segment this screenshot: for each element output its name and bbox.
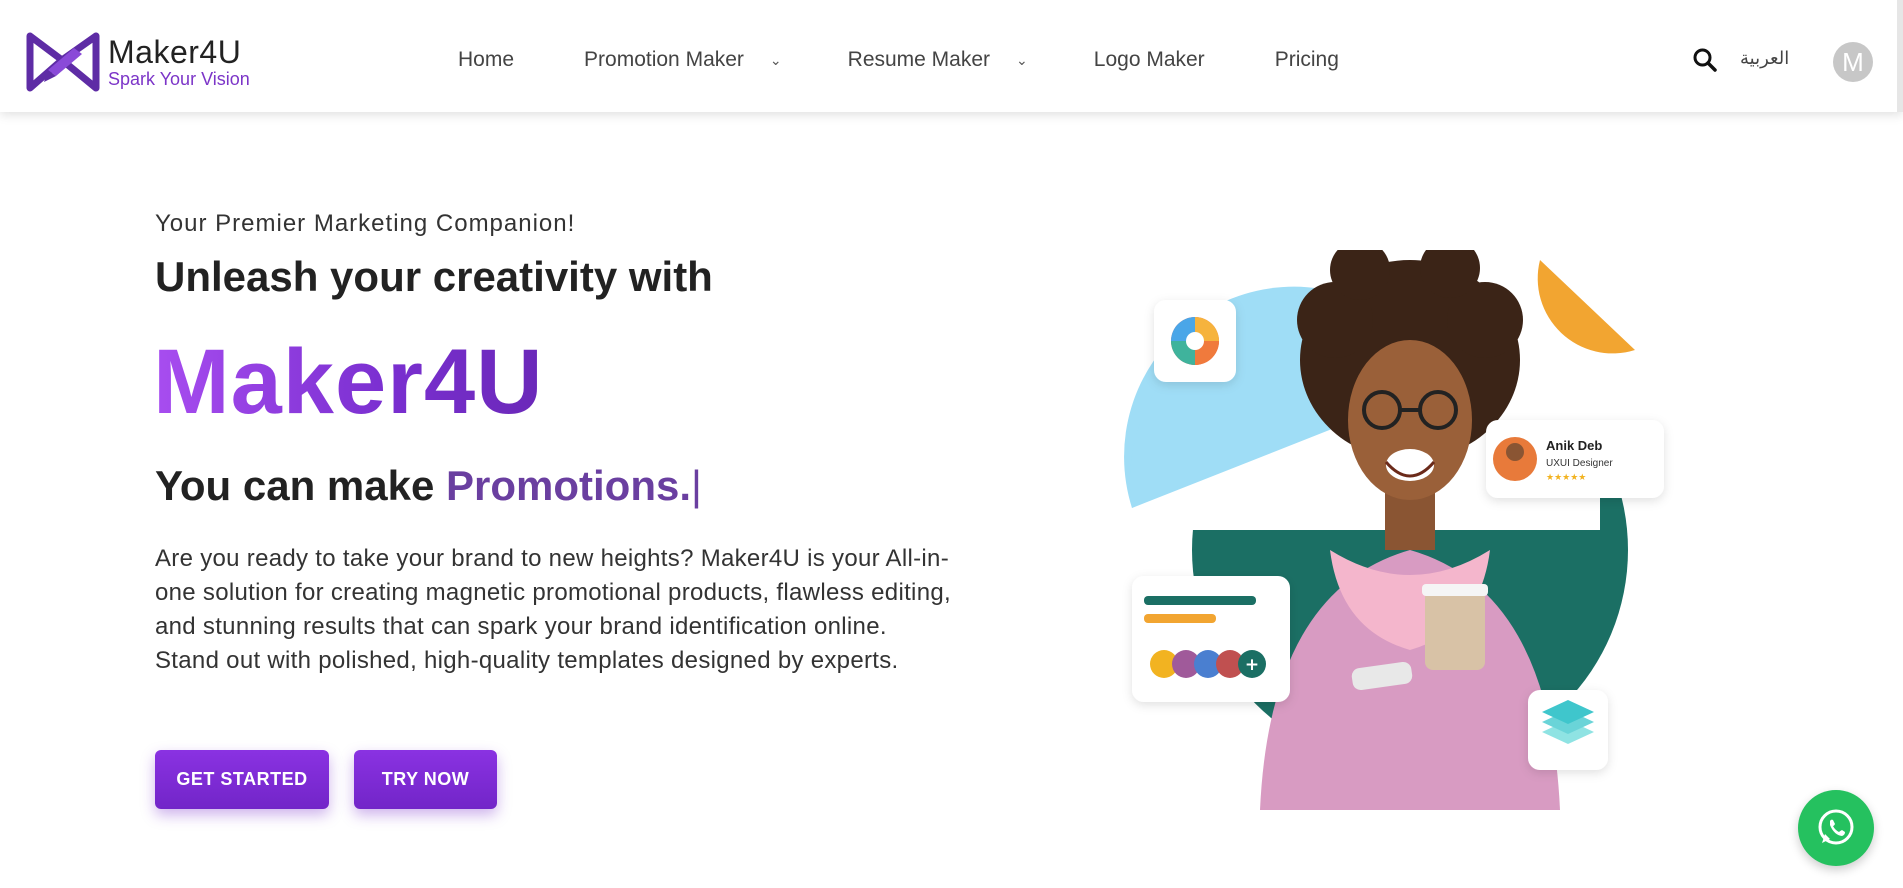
profile-role: UXUI Designer [1546,458,1613,469]
nav-logo-maker-label: Logo Maker [1093,48,1205,71]
logo-title: Maker4U [108,34,242,70]
nav-logo-maker[interactable]: Logo Maker [1094,48,1205,72]
search-icon[interactable] [1692,47,1718,73]
profile-name: Anik Deb [1546,438,1602,453]
nav-pricing-label: Pricing [1274,48,1339,71]
nav-resume-maker[interactable]: Resume Maker ⌄ [848,48,1028,72]
nav-home-label: Home [458,48,515,71]
hero-illustration: Anik Deb UXUI Designer ★★★★★ + [1124,250,1664,810]
whatsapp-icon [1818,809,1854,845]
typing-prefix: You can make [155,462,435,509]
hero-headline: Unleash your creativity with [155,253,713,300]
team-card [1132,576,1290,702]
nav-resume-maker-label: Resume Maker [847,48,991,71]
scrollbar[interactable] [1897,0,1903,112]
try-now-button[interactable]: TRY NOW [354,750,497,809]
hero-typing-line: You can make Promotions.| [155,462,702,510]
site-logo[interactable]: Maker4U Spark Your Vision [26,30,250,94]
hero-brand-title: Maker4U [153,331,544,433]
main-nav: Home Promotion Maker ⌄ Resume Maker ⌄ Lo… [458,48,1339,72]
logo-mark-icon [26,32,100,92]
chevron-down-icon: ⌄ [769,51,782,68]
nav-promotion-maker[interactable]: Promotion Maker ⌄ [584,48,782,72]
whatsapp-button[interactable] [1798,790,1874,866]
profile-rating: ★★★★★ [1546,473,1586,483]
logo-tagline: Spark Your Vision [108,69,250,89]
add-member-plus: + [1245,655,1259,675]
hero-eyebrow: Your Premier Marketing Companion! [155,210,576,237]
site-header: Maker4U Spark Your Vision Home Promotion… [0,0,1903,112]
typing-cursor: | [691,462,702,509]
avatar[interactable]: M [1833,42,1873,82]
color-wheel-icon [1171,317,1219,365]
get-started-button[interactable]: GET STARTED [155,750,329,809]
language-switch[interactable]: العربية [1740,48,1789,69]
chevron-down-icon: ⌄ [1016,51,1028,68]
typing-word: Promotions. [446,462,692,509]
nav-promotion-maker-label: Promotion Maker [584,48,744,71]
hero-description: Are you ready to take your brand to new … [155,545,951,674]
nav-pricing[interactable]: Pricing [1275,48,1339,72]
nav-home[interactable]: Home [458,48,514,72]
